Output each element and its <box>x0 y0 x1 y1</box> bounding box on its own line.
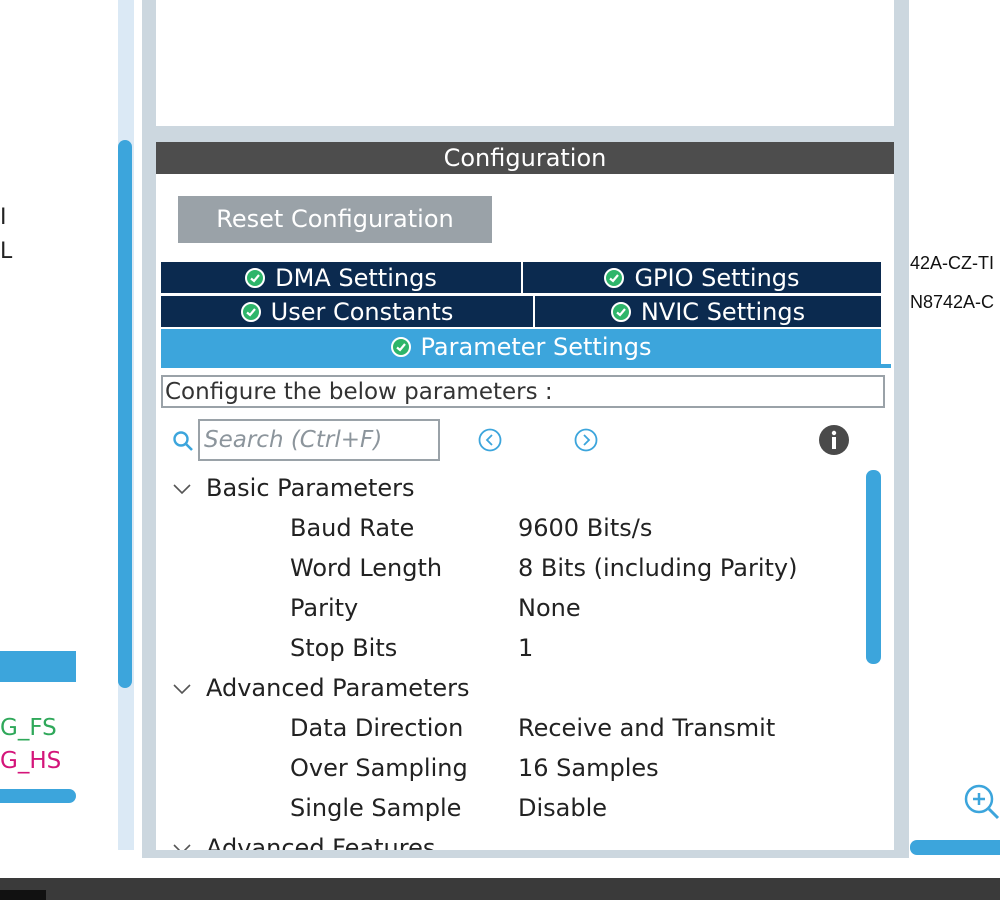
left-list-item[interactable]: G_FS <box>0 715 57 741</box>
right-text-fragment: 42A-CZ-TI <box>910 253 995 273</box>
param-name[interactable]: Word Length <box>290 554 442 582</box>
chevron-down-icon[interactable] <box>172 842 192 850</box>
param-name[interactable]: Stop Bits <box>290 634 397 662</box>
group-advanced-parameters[interactable]: Advanced Parameters <box>206 674 470 702</box>
tab-label: GPIO Settings <box>634 263 800 292</box>
param-value[interactable]: None <box>518 594 581 622</box>
param-value[interactable]: Disable <box>518 794 607 822</box>
tab-dma-settings[interactable]: DMA Settings <box>161 262 521 293</box>
check-icon <box>390 336 411 357</box>
check-icon <box>610 301 631 322</box>
tab-nvic-settings[interactable]: NVIC Settings <box>535 296 881 327</box>
right-horizontal-scrollbar[interactable] <box>910 840 1000 855</box>
bottom-panel <box>0 878 1000 900</box>
bottom-panel-tab[interactable] <box>0 890 46 900</box>
mode-area <box>156 0 894 126</box>
info-icon[interactable] <box>818 424 850 456</box>
tab-label: User Constants <box>270 297 454 326</box>
left-list-item[interactable]: G_HS <box>0 748 61 774</box>
check-icon <box>245 267 266 288</box>
search-input[interactable] <box>198 419 440 461</box>
param-value[interactable]: 9600 Bits/s <box>518 514 652 542</box>
zoom-in-icon[interactable] <box>962 782 1000 820</box>
check-icon <box>604 267 625 288</box>
left-scrollbar-thumb[interactable] <box>118 140 132 688</box>
param-value[interactable]: Receive and Transmit <box>518 714 775 742</box>
param-name[interactable]: Over Sampling <box>290 754 468 782</box>
search-icon[interactable] <box>172 430 194 452</box>
param-name[interactable]: Baud Rate <box>290 514 414 542</box>
configuration-header: Configuration <box>156 142 894 174</box>
param-value[interactable]: 1 <box>518 634 533 662</box>
parameter-scrollbar-thumb[interactable] <box>866 470 881 664</box>
description-text: Configure the below parameters : <box>161 375 885 408</box>
tab-label: Parameter Settings <box>420 332 652 361</box>
reset-configuration-button[interactable]: Reset Configuration <box>178 196 492 243</box>
tab-user-constants[interactable]: User Constants <box>161 296 533 327</box>
left-selection-bar[interactable] <box>0 651 76 682</box>
right-text-fragment: N8742A-C <box>910 292 995 312</box>
active-tab-underline <box>161 364 891 368</box>
group-basic-parameters[interactable]: Basic Parameters <box>206 474 415 502</box>
tab-label: NVIC Settings <box>640 297 806 326</box>
left-text-fragment: L <box>0 239 13 264</box>
tab-gpio-settings[interactable]: GPIO Settings <box>523 262 881 293</box>
left-horizontal-scrollbar[interactable] <box>0 789 76 803</box>
previous-icon[interactable] <box>478 428 502 452</box>
next-icon[interactable] <box>574 428 598 452</box>
tab-parameter-settings[interactable]: Parameter Settings <box>161 329 881 364</box>
group-advanced-features-clip: Advanced Features <box>160 834 860 850</box>
chevron-down-icon[interactable] <box>172 482 192 496</box>
chevron-down-icon[interactable] <box>172 682 192 696</box>
param-value[interactable]: 16 Samples <box>518 754 659 782</box>
param-name[interactable]: Parity <box>290 594 358 622</box>
param-value[interactable]: 8 Bits (including Parity) <box>518 554 797 582</box>
check-icon <box>240 301 261 322</box>
tab-label: DMA Settings <box>275 263 437 292</box>
left-text-fragment: I <box>0 205 7 230</box>
param-name[interactable]: Single Sample <box>290 794 461 822</box>
group-advanced-features[interactable]: Advanced Features <box>206 834 435 850</box>
param-name[interactable]: Data Direction <box>290 714 463 742</box>
